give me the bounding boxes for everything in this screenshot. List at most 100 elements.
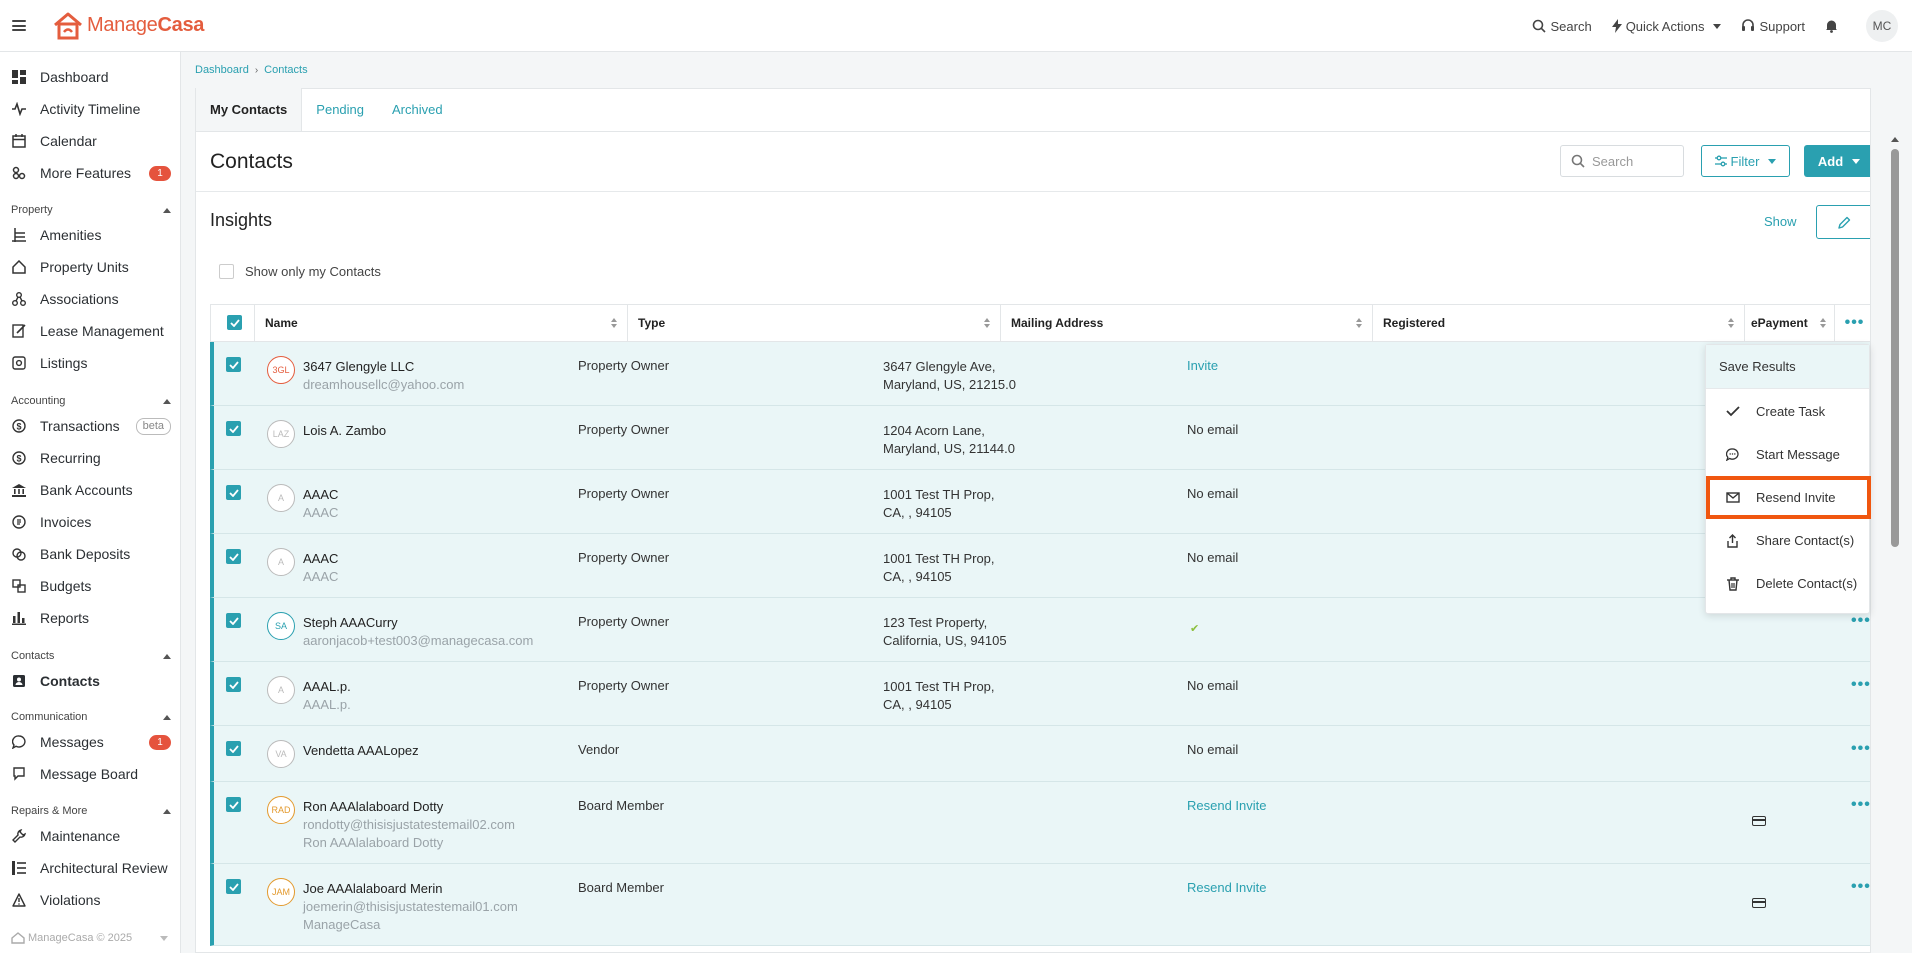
- table-row[interactable]: JAM Joe AAAlalaboard Merin joemerin@thisis…: [210, 864, 1870, 946]
- row-checkbox[interactable]: [226, 485, 241, 500]
- scroll-thumb[interactable]: [1891, 149, 1899, 547]
- sidebar-item-bank-accounts[interactable]: Bank Accounts: [0, 474, 181, 506]
- checkbox[interactable]: [219, 264, 234, 279]
- contact-name[interactable]: AAAL.p.: [303, 678, 351, 696]
- hamburger-menu-icon[interactable]: [12, 20, 26, 31]
- contact-name-cell[interactable]: AAAC AAAC: [303, 550, 338, 586]
- table-row[interactable]: SA Steph AAACurry aaronjacob+test003@manag…: [210, 598, 1870, 662]
- section-header-contacts[interactable]: Contacts: [11, 650, 171, 662]
- section-header-repairs[interactable]: Repairs & More: [11, 805, 171, 817]
- menu-item-create-task[interactable]: Create Task: [1706, 390, 1871, 433]
- edit-insights-button[interactable]: [1816, 205, 1870, 239]
- table-row[interactable]: A AAAC AAAC Property Owner 1001 Test TH Prop…: [210, 534, 1870, 598]
- section-header-accounting[interactable]: Accounting: [11, 395, 171, 407]
- contact-name-cell[interactable]: Ron AAAlalaboard Dotty rondotty@thisisjus…: [303, 798, 515, 852]
- registered-status[interactable]: Invite: [1187, 358, 1218, 373]
- table-row[interactable]: A AAAC AAAC Property Owner 1001 Test TH Prop…: [210, 470, 1870, 534]
- filter-button[interactable]: Filter: [1701, 145, 1790, 177]
- column-header-mailing-address[interactable]: Mailing Address: [1000, 305, 1372, 341]
- show-only-my-contacts-checkbox[interactable]: Show only my Contacts: [219, 264, 381, 279]
- sidebar-item-calendar[interactable]: Calendar: [0, 125, 181, 157]
- section-header-communication[interactable]: Communication: [11, 711, 171, 723]
- contact-name[interactable]: Joe AAAlalaboard Merin: [303, 880, 518, 898]
- app-logo[interactable]: ManageCasa: [53, 12, 204, 40]
- search-link[interactable]: Search: [1532, 19, 1592, 34]
- column-header-name[interactable]: Name: [254, 305, 627, 341]
- row-checkbox[interactable]: [226, 549, 241, 564]
- notifications-button[interactable]: [1825, 19, 1842, 33]
- column-options-button[interactable]: •••: [1834, 305, 1870, 341]
- sidebar-item-associations[interactable]: Associations: [0, 283, 181, 315]
- row-options-button[interactable]: •••: [1851, 740, 1870, 758]
- support-link[interactable]: Support: [1741, 19, 1805, 34]
- sidebar-item-transactions[interactable]: $ Transactions beta: [0, 410, 181, 442]
- menu-item-share-contacts[interactable]: Share Contact(s): [1706, 519, 1871, 562]
- quick-actions-dropdown[interactable]: Quick Actions: [1611, 19, 1722, 34]
- sidebar-item-contacts[interactable]: Contacts: [0, 665, 181, 697]
- chevron-down-icon[interactable]: [160, 936, 168, 941]
- row-options-button[interactable]: •••: [1851, 676, 1870, 694]
- show-insights-link[interactable]: Show: [1764, 214, 1797, 229]
- column-header-epayment[interactable]: ePayment: [1744, 305, 1834, 341]
- table-row[interactable]: RAD Ron AAAlalaboard Dotty rondotty@thisis…: [210, 782, 1870, 864]
- sidebar-item-invoices[interactable]: Invoices: [0, 506, 181, 538]
- breadcrumb-item-dashboard[interactable]: Dashboard: [195, 64, 249, 76]
- column-header-type[interactable]: Type: [627, 305, 1000, 341]
- row-options-button[interactable]: •••: [1851, 796, 1870, 814]
- sidebar-item-message-board[interactable]: Message Board: [0, 758, 181, 790]
- scrollbar[interactable]: [1889, 131, 1901, 953]
- contact-name-cell[interactable]: AAAC AAAC: [303, 486, 338, 522]
- sidebar-item-property-units[interactable]: Property Units: [0, 251, 181, 283]
- breadcrumb-item-contacts[interactable]: Contacts: [264, 64, 307, 76]
- sidebar-item-lease-management[interactable]: Lease Management: [0, 315, 181, 347]
- contact-name[interactable]: Ron AAAlalaboard Dotty: [303, 798, 515, 816]
- sidebar-item-budgets[interactable]: Budgets: [0, 570, 181, 602]
- column-header-registered[interactable]: Registered: [1372, 305, 1744, 341]
- contact-name[interactable]: 3647 Glengyle LLC: [303, 358, 464, 376]
- registered-status[interactable]: Resend Invite: [1187, 798, 1267, 813]
- row-options-button[interactable]: •••: [1851, 878, 1870, 896]
- contact-name[interactable]: Vendetta AAALopez: [303, 742, 419, 760]
- contact-name-cell[interactable]: AAAL.p. AAAL.p.: [303, 678, 351, 714]
- row-checkbox[interactable]: [226, 357, 241, 372]
- table-row[interactable]: A AAAL.p. AAAL.p. Property Owner 1001 Test T…: [210, 662, 1870, 726]
- menu-item-start-message[interactable]: Start Message: [1706, 433, 1871, 476]
- sidebar-item-amenities[interactable]: Amenities: [0, 219, 181, 251]
- sidebar-item-violations[interactable]: Violations: [0, 884, 181, 916]
- menu-item-resend-invite[interactable]: Resend Invite: [1706, 476, 1871, 519]
- registered-status[interactable]: Resend Invite: [1187, 880, 1267, 895]
- sidebar-item-recurring[interactable]: $ Recurring: [0, 442, 181, 474]
- sidebar-item-activity-timeline[interactable]: Activity Timeline: [0, 93, 181, 125]
- contact-name-cell[interactable]: 3647 Glengyle LLC dreamhousellc@yahoo.com: [303, 358, 464, 394]
- sidebar-item-bank-deposits[interactable]: Bank Deposits: [0, 538, 181, 570]
- row-checkbox[interactable]: [226, 741, 241, 756]
- contact-name-cell[interactable]: Joe AAAlalaboard Merin joemerin@thisisjus…: [303, 880, 518, 934]
- table-row[interactable]: LAZ Lois A. Zambo Property Owner 1204 Acorn…: [210, 406, 1870, 470]
- menu-item-save-results[interactable]: Save Results: [1706, 345, 1869, 389]
- tab-my-contacts[interactable]: My Contacts: [196, 88, 303, 131]
- contact-name[interactable]: Steph AAACurry: [303, 614, 533, 632]
- table-row[interactable]: VA Vendetta AAALopez Vendor No email •••: [210, 726, 1870, 782]
- sidebar-item-reports[interactable]: Reports: [0, 602, 181, 634]
- sidebar-item-dashboard[interactable]: Dashboard: [0, 61, 181, 93]
- sidebar-item-messages[interactable]: Messages 1: [0, 726, 181, 758]
- search-field[interactable]: [1560, 145, 1684, 177]
- select-all-checkbox[interactable]: [227, 315, 242, 330]
- row-checkbox[interactable]: [226, 677, 241, 692]
- user-avatar[interactable]: MC: [1866, 10, 1898, 42]
- contact-name-cell[interactable]: Steph AAACurry aaronjacob+test003@managec…: [303, 614, 533, 650]
- row-checkbox[interactable]: [226, 797, 241, 812]
- sidebar-item-listings[interactable]: Listings: [0, 347, 181, 379]
- contact-name[interactable]: AAAC: [303, 486, 338, 504]
- contact-name[interactable]: Lois A. Zambo: [303, 422, 386, 440]
- add-button[interactable]: Add: [1804, 145, 1870, 177]
- sidebar-item-maintenance[interactable]: Maintenance: [0, 820, 181, 852]
- tab-archived[interactable]: Archived: [378, 88, 457, 131]
- contact-name-cell[interactable]: Lois A. Zambo: [303, 422, 386, 440]
- row-checkbox[interactable]: [226, 613, 241, 628]
- contact-name[interactable]: AAAC: [303, 550, 338, 568]
- tab-pending[interactable]: Pending: [302, 88, 378, 131]
- row-options-button[interactable]: •••: [1851, 612, 1870, 630]
- contact-name-cell[interactable]: Vendetta AAALopez: [303, 742, 419, 760]
- table-row[interactable]: 3GL 3647 Glengyle LLC dreamhousellc@yahoo.…: [210, 342, 1870, 406]
